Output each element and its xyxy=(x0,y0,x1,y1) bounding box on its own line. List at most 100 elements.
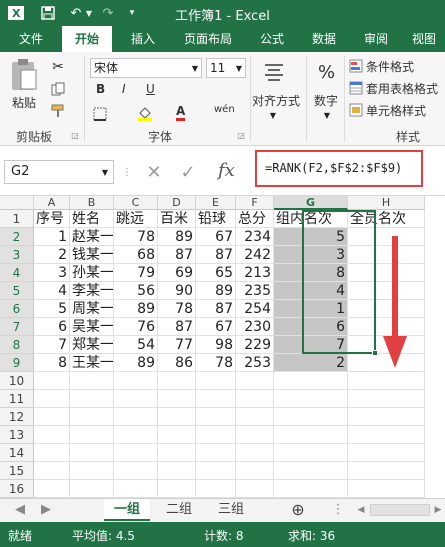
number-label[interactable]: 数字 xyxy=(314,92,338,109)
fill-color-icon[interactable] xyxy=(136,104,154,122)
percent-icon[interactable]: % xyxy=(318,62,335,83)
drag-handle-icon[interactable]: ⋮ xyxy=(122,162,132,182)
empty-cell[interactable] xyxy=(114,390,158,408)
table-cell[interactable]: 87 xyxy=(196,300,236,318)
rank-cell[interactable]: 3 xyxy=(274,246,348,264)
empty-cell[interactable] xyxy=(158,462,196,480)
empty-cell[interactable] xyxy=(70,444,114,462)
row-header[interactable]: 4 xyxy=(0,264,34,282)
empty-cell[interactable] xyxy=(114,372,158,390)
conditional-format-icon[interactable] xyxy=(348,58,364,74)
empty-cell[interactable] xyxy=(34,480,70,498)
row-header[interactable]: 2 xyxy=(0,228,34,246)
row-header[interactable]: 13 xyxy=(0,426,34,444)
tab-data[interactable]: 数据 xyxy=(302,26,346,52)
rank-cell[interactable]: 5 xyxy=(274,228,348,246)
hscroll-right-icon[interactable]: ▶ xyxy=(432,499,444,521)
empty-cell[interactable] xyxy=(70,462,114,480)
empty-cell[interactable] xyxy=(196,408,236,426)
table-cell[interactable]: 78 xyxy=(158,300,196,318)
empty-cell[interactable] xyxy=(114,480,158,498)
table-cell[interactable]: 5 xyxy=(34,300,70,318)
header-cell[interactable]: 姓名 xyxy=(70,210,114,228)
cancel-icon[interactable]: ✕ xyxy=(142,160,166,184)
table-cell[interactable]: 2 xyxy=(34,246,70,264)
more-options-icon[interactable]: ⋮ xyxy=(330,499,346,521)
name-box[interactable]: G2 xyxy=(4,160,114,184)
tab-review[interactable]: 审阅 xyxy=(354,26,398,52)
empty-cell[interactable] xyxy=(348,426,425,444)
table-cell[interactable]: 8 xyxy=(34,354,70,372)
enter-icon[interactable]: ✓ xyxy=(176,160,200,184)
column-header-g[interactable]: G xyxy=(274,196,348,210)
empty-cell[interactable] xyxy=(236,426,274,444)
header-cell[interactable]: 百米 xyxy=(158,210,196,228)
table-cell[interactable]: 周某一 xyxy=(70,300,114,318)
empty-cell[interactable] xyxy=(196,372,236,390)
tab-formulas[interactable]: 公式 xyxy=(250,26,294,52)
table-cell[interactable]: 89 xyxy=(196,282,236,300)
empty-cell[interactable] xyxy=(70,372,114,390)
underline-button[interactable]: U xyxy=(146,82,155,96)
table-cell[interactable]: 赵某一 xyxy=(70,228,114,246)
chevron-down-icon[interactable]: ▼ xyxy=(100,166,110,178)
table-cell[interactable]: 87 xyxy=(158,318,196,336)
table-cell[interactable]: 王某一 xyxy=(70,354,114,372)
empty-cell[interactable] xyxy=(348,462,425,480)
empty-cell[interactable] xyxy=(274,480,348,498)
table-cell[interactable]: 229 xyxy=(236,336,274,354)
row-header[interactable]: 1 xyxy=(0,210,34,228)
cell-styles-button[interactable]: 单元格样式 xyxy=(366,102,426,119)
column-header-a[interactable]: A xyxy=(34,196,70,210)
table-cell[interactable]: 6 xyxy=(34,318,70,336)
empty-cell[interactable] xyxy=(158,444,196,462)
empty-cell[interactable] xyxy=(348,408,425,426)
table-cell[interactable]: 1 xyxy=(34,228,70,246)
empty-cell[interactable] xyxy=(348,480,425,498)
table-cell[interactable]: 孙某一 xyxy=(70,264,114,282)
hscroll-left-icon[interactable]: ◀ xyxy=(354,499,368,521)
header-cell[interactable]: 序号 xyxy=(34,210,70,228)
table-cell[interactable]: 68 xyxy=(114,246,158,264)
empty-cell[interactable] xyxy=(274,372,348,390)
paste-icon[interactable] xyxy=(8,58,40,92)
empty-cell[interactable] xyxy=(274,462,348,480)
table-cell[interactable]: 李某一 xyxy=(70,282,114,300)
table-cell[interactable]: 钱某一 xyxy=(70,246,114,264)
alignment-label[interactable]: 对齐方式 xyxy=(252,92,300,109)
sheet-tab-group3[interactable]: 三组 xyxy=(208,499,254,521)
formula-input[interactable]: =RANK(F2,$F$2:$F$9) xyxy=(265,161,402,175)
table-cell[interactable]: 79 xyxy=(114,264,158,282)
row-header[interactable]: 15 xyxy=(0,462,34,480)
row-header[interactable]: 8 xyxy=(0,336,34,354)
table-cell[interactable]: 89 xyxy=(158,228,196,246)
empty-cell[interactable] xyxy=(70,408,114,426)
empty-cell[interactable] xyxy=(114,444,158,462)
table-cell[interactable]: 87 xyxy=(158,246,196,264)
empty-cell[interactable] xyxy=(158,390,196,408)
rank-cell[interactable]: 8 xyxy=(274,264,348,282)
bold-button[interactable]: B xyxy=(96,82,105,96)
table-cell[interactable]: 254 xyxy=(236,300,274,318)
empty-cell[interactable] xyxy=(274,408,348,426)
font-launcher-icon[interactable]: ◲ xyxy=(236,130,246,140)
clipboard-launcher-icon[interactable]: ◲ xyxy=(70,130,80,140)
table-cell[interactable]: 67 xyxy=(196,228,236,246)
format-as-table-button[interactable]: 套用表格格式 xyxy=(366,80,438,97)
empty-cell[interactable] xyxy=(70,480,114,498)
empty-cell[interactable] xyxy=(236,444,274,462)
row-header[interactable]: 16 xyxy=(0,480,34,498)
empty-cell[interactable] xyxy=(34,444,70,462)
empty-cell[interactable] xyxy=(236,480,274,498)
tab-file[interactable]: 文件 xyxy=(4,26,58,52)
format-painter-icon[interactable] xyxy=(48,102,68,120)
empty-cell[interactable] xyxy=(274,390,348,408)
insert-function-icon[interactable]: fx xyxy=(218,160,235,181)
empty-cell[interactable] xyxy=(348,372,425,390)
table-cell[interactable]: 98 xyxy=(196,336,236,354)
select-all-corner[interactable] xyxy=(0,196,34,210)
chevron-down-icon[interactable]: ▼ xyxy=(234,62,244,74)
table-cell[interactable]: 89 xyxy=(114,354,158,372)
cell-styles-icon[interactable] xyxy=(348,102,364,118)
empty-cell[interactable] xyxy=(34,462,70,480)
